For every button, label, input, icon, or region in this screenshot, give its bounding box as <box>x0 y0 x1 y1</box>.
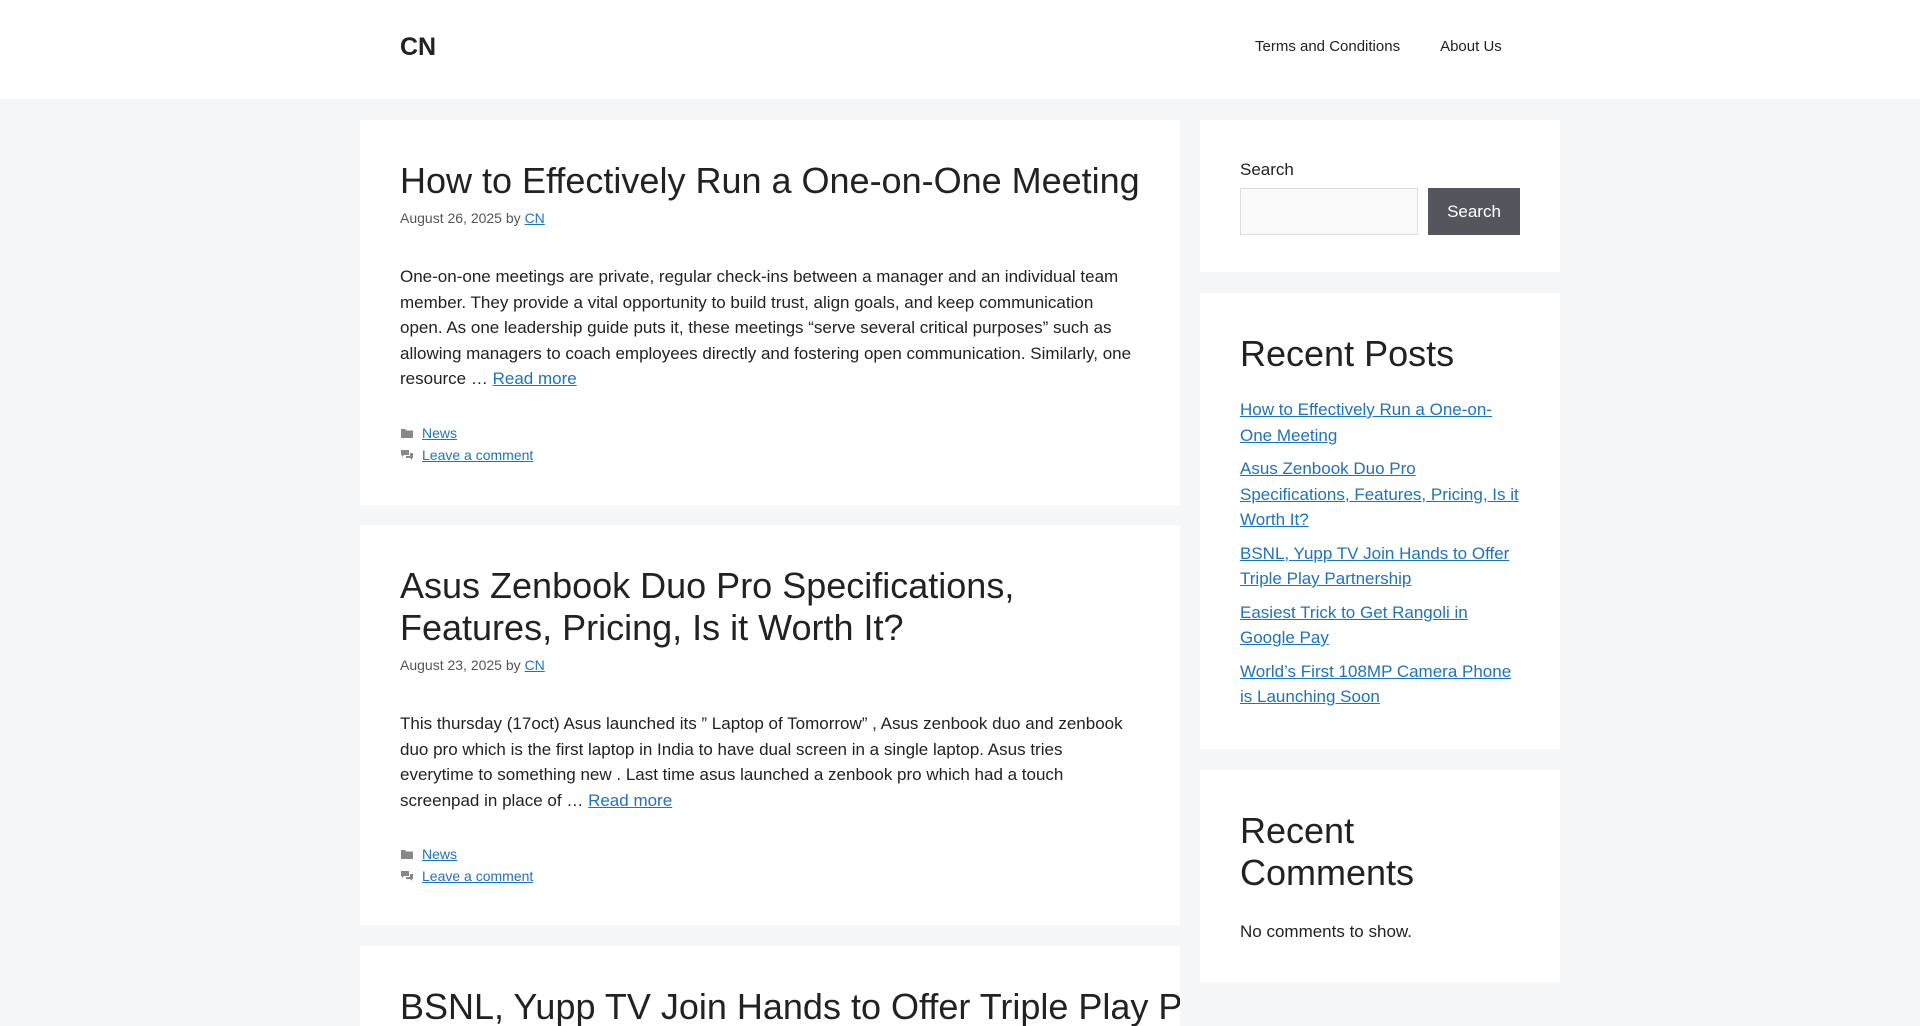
leave-comment-link[interactable]: Leave a comment <box>422 444 533 466</box>
recent-post-link[interactable]: Easiest Trick to Get Rangoli in Google P… <box>1240 603 1468 648</box>
list-item: World’s First 108MP Camera Phone is Laun… <box>1240 659 1520 710</box>
list-item: BSNL, Yupp TV Join Hands to Offer Triple… <box>1240 541 1520 592</box>
no-comments-text: No comments to show. <box>1240 922 1412 941</box>
post-card: Asus Zenbook Duo Pro Specifications, Fea… <box>360 525 1180 925</box>
post-footer: News Leave a comment <box>400 843 1140 887</box>
recent-comments-widget: Recent Comments No comments to show. <box>1200 770 1560 983</box>
post-title-link[interactable]: Asus Zenbook Duo Pro Specifications, Fea… <box>400 565 1014 648</box>
post-title-link[interactable]: BSNL, Yupp TV Join Hands to Offer Triple… <box>400 986 1180 1026</box>
recent-post-link[interactable]: Asus Zenbook Duo Pro Specifications, Fea… <box>1240 459 1519 529</box>
search-label: Search <box>1240 160 1294 179</box>
read-more-link[interactable]: Read more <box>588 791 672 810</box>
site-header: CN Terms and Conditions About Us <box>0 0 1920 99</box>
recent-comments-title: Recent Comments <box>1240 810 1415 893</box>
post-date: August 23, 2025 <box>400 657 502 673</box>
leave-comment-link[interactable]: Leave a comment <box>422 865 533 887</box>
post-category-link[interactable]: News <box>422 843 457 865</box>
post-excerpt: This thursday (17oct) Asus launched its … <box>400 711 1140 813</box>
post-footer: News Leave a comment <box>400 422 1140 466</box>
post-card: BSNL, Yupp TV Join Hands to Offer Triple… <box>360 946 1180 1026</box>
post-meta: August 26, 2025 by CN <box>400 210 1140 226</box>
post-title-link[interactable]: How to Effectively Run a One-on-One Meet… <box>400 160 1140 201</box>
recent-post-link[interactable]: How to Effectively Run a One-on-One Meet… <box>1240 400 1492 445</box>
post-by: by <box>505 210 521 226</box>
search-input[interactable] <box>1240 188 1418 235</box>
post-category-link[interactable]: News <box>422 422 457 444</box>
post-comments-row: Leave a comment <box>400 444 1140 466</box>
recent-posts-widget: Recent Posts How to Effectively Run a On… <box>1200 293 1560 749</box>
post-comments-row: Leave a comment <box>400 865 1140 887</box>
post-by: by <box>505 657 521 673</box>
main-nav: Terms and Conditions About Us <box>1255 38 1502 55</box>
post-title: BSNL, Yupp TV Join Hands to Offer Triple… <box>400 986 1180 1026</box>
search-button[interactable]: Search <box>1428 188 1520 235</box>
recent-post-link[interactable]: BSNL, Yupp TV Join Hands to Offer Triple… <box>1240 544 1509 589</box>
post-category-row: News <box>400 843 1140 865</box>
recent-posts-list: How to Effectively Run a One-on-One Meet… <box>1240 397 1520 710</box>
recent-post-link[interactable]: World’s First 108MP Camera Phone is Laun… <box>1240 662 1511 707</box>
post-excerpt-text: This thursday (17oct) Asus launched its … <box>400 714 1123 810</box>
search-form: Search <box>1240 188 1520 235</box>
list-item: Easiest Trick to Get Rangoli in Google P… <box>1240 600 1520 651</box>
post-date: August 26, 2025 <box>400 210 502 226</box>
post-title: Asus Zenbook Duo Pro Specifications, Fea… <box>400 565 1140 649</box>
list-item: Asus Zenbook Duo Pro Specifications, Fea… <box>1240 456 1520 533</box>
post-excerpt: One-on-one meetings are private, regular… <box>400 264 1140 392</box>
search-widget: Search Search <box>1200 120 1560 272</box>
nav-item-terms[interactable]: Terms and Conditions <box>1255 38 1400 55</box>
post-title: How to Effectively Run a One-on-One Meet… <box>400 160 1140 202</box>
post-card: How to Effectively Run a One-on-One Meet… <box>360 120 1180 505</box>
post-author-link[interactable]: CN <box>525 657 545 673</box>
post-meta: August 23, 2025 by CN <box>400 657 1140 673</box>
list-item: How to Effectively Run a One-on-One Meet… <box>1240 397 1520 448</box>
folder-icon <box>401 850 413 859</box>
folder-icon <box>401 428 413 438</box>
read-more-link[interactable]: Read more <box>493 369 577 388</box>
post-author-link[interactable]: CN <box>525 210 545 226</box>
recent-posts-title: Recent Posts <box>1240 333 1455 374</box>
site-title-link[interactable]: CN <box>400 33 436 62</box>
comments-icon <box>401 449 413 460</box>
post-category-row: News <box>400 422 1140 444</box>
nav-item-about[interactable]: About Us <box>1440 38 1502 55</box>
comments-icon <box>401 871 413 881</box>
